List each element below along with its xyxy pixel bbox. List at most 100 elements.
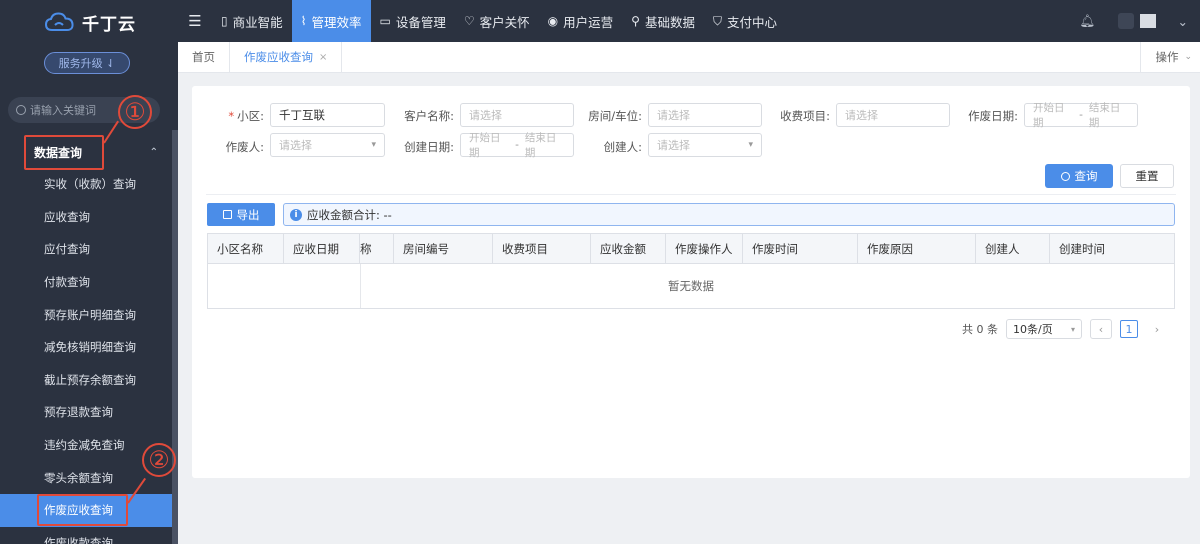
topnav-item[interactable]: ▯ 商业智能: [212, 0, 292, 42]
sidebar-item[interactable]: 应付查询: [0, 233, 172, 266]
date-separator: -: [1079, 109, 1083, 121]
topnav-label: 设备管理: [395, 14, 446, 30]
bell-icon[interactable]: 🔔︎: [1080, 13, 1096, 29]
sidebar-item[interactable]: 作废收款查询: [0, 527, 172, 544]
fee-item-input[interactable]: 请选择: [836, 103, 950, 127]
data-table: 小区名称 应收日期称房间编号 收费项目 应收金额 作废操作人 作废时间 作废原因 创建人 创建时…: [207, 233, 1175, 309]
topnav-item[interactable]: ♡ 客户关怀: [455, 0, 539, 42]
menu-toggle-icon[interactable]: ☰: [178, 12, 212, 30]
room-label: 房间/车位:: [588, 109, 642, 123]
building-icon: ▯: [221, 14, 228, 28]
logo[interactable]: 千丁云: [0, 0, 178, 44]
date-start: 开始日期: [469, 132, 501, 159]
topnav-item[interactable]: ⌇ 管理效率: [291, 0, 371, 42]
date-end: 结束日期: [524, 132, 557, 159]
topnav-item[interactable]: ⛉ 支付中心: [704, 0, 786, 42]
heart-icon: ♡: [463, 14, 475, 28]
device-icon: ▭: [379, 14, 391, 28]
table-column-header[interactable]: 小区名称: [208, 234, 284, 264]
fee-item-label: 收费项目:: [780, 109, 830, 123]
table-header: 小区名称 应收日期称房间编号 收费项目 应收金额 作废操作人 作废时间 作废原因 创建人 创建时…: [208, 234, 1174, 264]
search-icon: [1060, 171, 1070, 181]
avatar: [1117, 13, 1134, 29]
info-icon: i: [290, 208, 302, 221]
topnav-item[interactable]: ▭ 设备管理: [371, 0, 455, 42]
next-page-button[interactable]: ›: [1146, 319, 1168, 339]
caret-down-icon: ▾: [1070, 324, 1075, 334]
total-count: 共 0 条: [962, 323, 998, 336]
sidebar-item[interactable]: 预存退款查询: [0, 396, 172, 429]
date-separator: -: [515, 139, 519, 151]
sidebar-item[interactable]: 付款查询: [0, 266, 172, 299]
sidebar-scrollbar[interactable]: [172, 130, 178, 544]
creator-select[interactable]: 请选择 ▾: [648, 133, 762, 157]
top-right-tools: 🔔︎ ⌄: [1080, 13, 1200, 29]
export-icon: [222, 210, 232, 219]
voider-select[interactable]: 请选择 ▾: [270, 133, 385, 157]
customer-input[interactable]: 请选择: [460, 103, 574, 127]
top-navigation: ☰ ▯ 商业智能 ⌇ 管理效率 ▭ 设备管理 ♡ 客户关怀 ◉ 用户运营 ⚲ 基础数据 ⛉ 支付中心 🔔︎…: [178, 0, 1200, 42]
caret-down-icon: ▾: [371, 140, 376, 150]
cloud-logo-icon: [44, 12, 74, 31]
chevron-up-icon: ⌃: [149, 146, 158, 158]
annotation-marker-2: ②: [142, 443, 176, 477]
empty-state: 暂无数据: [668, 279, 714, 293]
chevron-down-icon: ⌄: [1184, 52, 1192, 62]
caret-down-icon: ▾: [748, 140, 753, 150]
room-input[interactable]: 请选择: [648, 103, 762, 127]
sidebar-search-placeholder: 请输入关键词: [30, 104, 96, 117]
sidebar-menu: 实收（收款）查询 应收查询 应付查询 付款查询 预存账户明细查询 减免核销明细查询 截止预存…: [0, 168, 172, 544]
annotation-box-2: [37, 494, 128, 526]
sidebar-item[interactable]: 截止预存余额查询: [0, 364, 172, 397]
tab-operations-dropdown[interactable]: 操作 ⌄: [1140, 42, 1200, 72]
reset-button[interactable]: 重置: [1120, 164, 1174, 188]
table-column-header[interactable]: 收费项目: [493, 234, 591, 264]
table-column-header[interactable]: 应收日期: [284, 234, 360, 264]
topnav-label: 商业智能: [232, 14, 283, 30]
query-label: 查询: [1074, 169, 1098, 183]
topnav-item[interactable]: ⚲ 基础数据: [622, 0, 704, 42]
close-icon[interactable]: ×: [319, 52, 327, 63]
sidebar-item[interactable]: 实收（收款）查询: [0, 168, 172, 201]
table-column-header[interactable]: 创建时间: [1050, 234, 1174, 264]
chart-icon: ⌇: [300, 14, 307, 28]
summary-text: 应收金额合计: --: [307, 207, 392, 222]
search-icon: [16, 105, 26, 115]
topnav-label: 客户关怀: [479, 14, 530, 30]
pagination: 共 0 条 10条/页 ▾ ‹ 1 ›: [962, 319, 1168, 339]
page-number-1[interactable]: 1: [1120, 320, 1138, 338]
tab-home-label: 首页: [192, 50, 215, 64]
table-column-header[interactable]: 作废原因: [858, 234, 976, 264]
prev-page-button[interactable]: ‹: [1090, 319, 1112, 339]
table-column-header[interactable]: 称: [360, 234, 394, 264]
shield-icon: ⛉: [712, 13, 722, 28]
export-button[interactable]: 导出: [207, 203, 275, 226]
wrench-icon: ⚲: [631, 14, 640, 28]
user-icon: ◉: [547, 14, 559, 28]
table-column-header[interactable]: 创建人: [976, 234, 1050, 264]
top-nav-items: ▯ 商业智能 ⌇ 管理效率 ▭ 设备管理 ♡ 客户关怀 ◉ 用户运营 ⚲ 基础数据 ⛉ 支付中心: [212, 0, 786, 42]
chevron-down-icon[interactable]: ⌄: [1178, 14, 1188, 29]
table-column-header[interactable]: 作废操作人: [666, 234, 743, 264]
topnav-item[interactable]: ◉ 用户运营: [539, 0, 623, 42]
customer-label: 客户名称:: [404, 109, 454, 123]
community-input[interactable]: 千丁互联: [270, 103, 385, 127]
main-card: * 小区: 千丁互联 客户名称: 请选择 房间/车位: 请选择 收费项目: 请选择…: [192, 86, 1190, 478]
user-menu[interactable]: [1117, 13, 1156, 29]
sidebar-item[interactable]: 预存账户明细查询: [0, 298, 172, 331]
tab-home[interactable]: 首页: [178, 42, 230, 72]
sidebar-item[interactable]: 减免核销明细查询: [0, 331, 172, 364]
page-size-select[interactable]: 10条/页 ▾: [1006, 319, 1082, 339]
table-column-header[interactable]: 应收金额: [591, 234, 666, 264]
upgrade-button[interactable]: 服务升级 ⇃: [44, 52, 130, 74]
table-column-header[interactable]: 作废时间: [743, 234, 858, 264]
tab-void-receivable[interactable]: 作废应收查询 ×: [230, 42, 343, 72]
query-button[interactable]: 查询: [1045, 164, 1113, 188]
void-date-range[interactable]: 开始日期 - 结束日期: [1024, 102, 1138, 129]
topnav-label: 基础数据: [644, 14, 695, 30]
create-date-range[interactable]: 开始日期 - 结束日期: [460, 132, 574, 159]
sidebar-item[interactable]: 应收查询: [0, 201, 172, 234]
creator-placeholder: 请选择: [657, 139, 690, 152]
summary-bar: i 应收金额合计: --: [283, 203, 1175, 226]
table-column-header[interactable]: 房间编号: [394, 234, 493, 264]
